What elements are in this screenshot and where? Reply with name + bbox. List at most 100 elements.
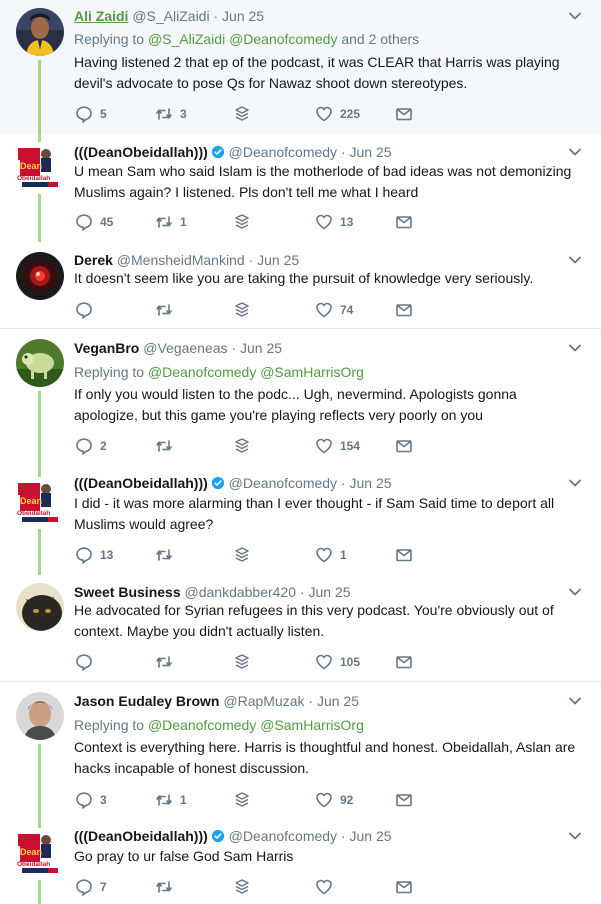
avatar[interactable]: [16, 583, 64, 631]
author-handle[interactable]: @S_AliZaidi: [132, 8, 209, 24]
author-name[interactable]: (((DeanObeidallah))): [74, 144, 208, 160]
direct-message-button[interactable]: [394, 436, 414, 456]
reply-button[interactable]: [74, 300, 100, 320]
author-handle[interactable]: @RapMuzak: [223, 693, 304, 709]
avatar[interactable]: Dean Obeidallah: [16, 477, 64, 525]
author-handle[interactable]: @Vegaeneas: [143, 340, 227, 356]
dm-stack-button[interactable]: [232, 300, 252, 320]
replying-to-handles[interactable]: @Deanofcomedy @SamHarrisOrg: [148, 717, 364, 733]
tweet[interactable]: Jason Eudaley Brown @RapMuzak · Jun 25 R…: [0, 682, 601, 820]
reply-button[interactable]: 2: [74, 436, 107, 456]
tweet[interactable]: Dean Obeidallah (((DeanObeidallah))) @De…: [0, 134, 601, 242]
avatar[interactable]: [16, 692, 64, 740]
retweet-button[interactable]: 1: [154, 790, 187, 810]
chevron-down-icon[interactable]: [567, 8, 583, 24]
tweet-date[interactable]: Jun 25: [317, 693, 359, 709]
retweet-button[interactable]: [154, 300, 180, 320]
author-name[interactable]: Ali Zaidi: [74, 8, 128, 24]
retweet-button[interactable]: 3: [154, 104, 187, 124]
tweet[interactable]: VeganBro @Vegaeneas · Jun 25 Replying to…: [0, 329, 601, 469]
mail-icon: [394, 652, 414, 672]
author-handle[interactable]: @MensheidMankind: [117, 252, 245, 268]
retweet-icon: [154, 877, 174, 897]
like-icon: [314, 652, 334, 672]
retweet-button[interactable]: [154, 877, 180, 897]
author-name[interactable]: (((DeanObeidallah))): [74, 828, 208, 844]
like-button[interactable]: 92: [314, 790, 353, 810]
like-button[interactable]: 1: [314, 545, 347, 565]
reply-button[interactable]: 5: [74, 104, 107, 124]
author-name[interactable]: Derek: [74, 252, 113, 268]
tweet-date[interactable]: Jun 25: [350, 828, 392, 844]
retweet-button[interactable]: [154, 652, 180, 672]
tweet[interactable]: Dean Obeidallah (((DeanObeidallah))) @De…: [0, 469, 601, 575]
replying-to-handles[interactable]: @Deanofcomedy @SamHarrisOrg: [148, 364, 364, 380]
reply-button[interactable]: 45: [74, 212, 113, 232]
author-name[interactable]: (((DeanObeidallah))): [74, 475, 208, 491]
dm-stack-button[interactable]: [232, 877, 252, 897]
chevron-down-icon[interactable]: [567, 693, 583, 709]
tweet[interactable]: Dean Obeidallah (((DeanObeidallah))) @De…: [0, 820, 601, 904]
author-handle[interactable]: @Deanofcomedy: [229, 144, 337, 160]
tweet-date[interactable]: Jun 25: [350, 475, 392, 491]
reply-button[interactable]: 7: [74, 877, 107, 897]
thread-line: [38, 194, 41, 242]
direct-message-button[interactable]: [394, 790, 414, 810]
like-button[interactable]: 154: [314, 436, 360, 456]
like-button[interactable]: 105: [314, 652, 360, 672]
direct-message-button[interactable]: [394, 104, 414, 124]
reply-button[interactable]: 3: [74, 790, 107, 810]
dm-stack-button[interactable]: [232, 652, 252, 672]
author-handle[interactable]: @dankdabber420: [185, 584, 297, 600]
author-name[interactable]: Jason Eudaley Brown: [74, 693, 219, 709]
reply-button[interactable]: 13: [74, 545, 113, 565]
avatar[interactable]: Dean Obeidallah: [16, 142, 64, 190]
tweet-date[interactable]: Jun 25: [350, 144, 392, 160]
author-name[interactable]: Sweet Business: [74, 584, 181, 600]
tweet-date[interactable]: Jun 25: [257, 252, 299, 268]
direct-message-button[interactable]: [394, 652, 414, 672]
author-name[interactable]: VeganBro: [74, 340, 139, 356]
replying-to-others[interactable]: and 2 others: [337, 31, 419, 47]
avatar[interactable]: [16, 252, 64, 300]
chevron-down-icon[interactable]: [567, 475, 583, 491]
retweet-button[interactable]: 1: [154, 212, 187, 232]
like-button[interactable]: [314, 877, 340, 897]
tweet-header: Sweet Business @dankdabber420 · Jun 25: [74, 583, 565, 601]
retweet-button[interactable]: [154, 436, 180, 456]
direct-message-button[interactable]: [394, 212, 414, 232]
like-button[interactable]: 13: [314, 212, 353, 232]
tweet-date[interactable]: Jun 25: [240, 340, 282, 356]
retweet-button[interactable]: [154, 545, 180, 565]
like-button[interactable]: 74: [314, 300, 353, 320]
chevron-down-icon[interactable]: [567, 584, 583, 600]
tweet[interactable]: Derek @MensheidMankind · Jun 25 It doesn…: [0, 242, 601, 328]
tweet-text: I did - it was more alarming than I ever…: [74, 495, 555, 532]
chevron-down-icon[interactable]: [567, 144, 583, 160]
tweet-date[interactable]: Jun 25: [308, 584, 350, 600]
reply-button[interactable]: [74, 652, 100, 672]
replying-to-handles[interactable]: @S_AliZaidi @Deanofcomedy: [148, 31, 338, 47]
author-handle[interactable]: @Deanofcomedy: [229, 828, 337, 844]
tweet[interactable]: Ali Zaidi @S_AliZaidi · Jun 25 Replying …: [0, 0, 601, 134]
tweet-date[interactable]: Jun 25: [222, 8, 264, 24]
direct-message-button[interactable]: [394, 545, 414, 565]
chevron-down-icon[interactable]: [567, 252, 583, 268]
direct-message-button[interactable]: [394, 877, 414, 897]
tweet-text: It doesn't seem like you are taking the …: [74, 270, 534, 286]
dm-stack-button[interactable]: [232, 545, 252, 565]
avatar[interactable]: Dean Obeidallah: [16, 828, 64, 876]
avatar[interactable]: [16, 339, 64, 387]
chevron-down-icon[interactable]: [567, 828, 583, 844]
dm-stack-button[interactable]: [232, 104, 252, 124]
reply-icon: [74, 300, 94, 320]
avatar[interactable]: [16, 8, 64, 56]
direct-message-button[interactable]: [394, 300, 414, 320]
chevron-down-icon[interactable]: [567, 340, 583, 356]
like-button[interactable]: 225: [314, 104, 360, 124]
tweet[interactable]: Sweet Business @dankdabber420 · Jun 25 H…: [0, 575, 601, 681]
dm-stack-button[interactable]: [232, 436, 252, 456]
author-handle[interactable]: @Deanofcomedy: [229, 475, 337, 491]
dm-stack-button[interactable]: [232, 790, 252, 810]
dm-stack-button[interactable]: [232, 212, 252, 232]
